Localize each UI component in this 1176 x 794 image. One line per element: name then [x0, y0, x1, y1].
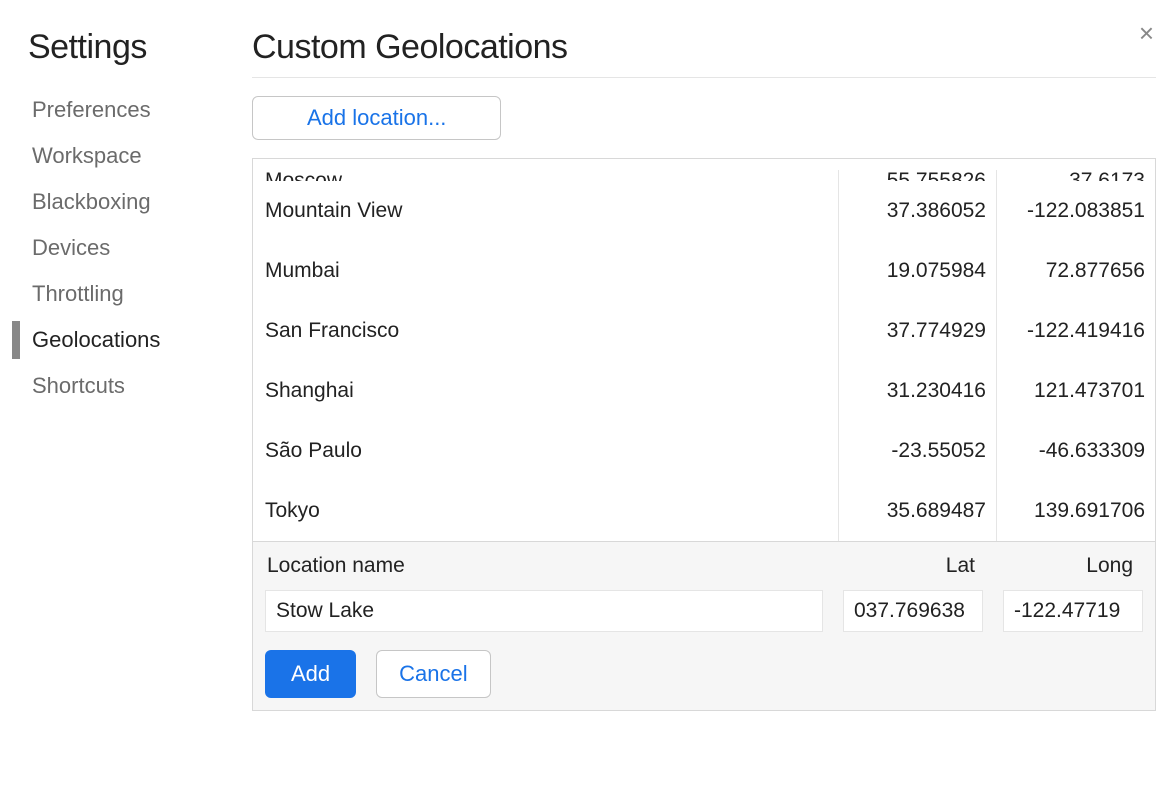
sidebar-item-geolocations[interactable]: Geolocations — [28, 317, 230, 363]
location-long-cell: -122.419416 — [997, 301, 1155, 361]
location-long-cell: -46.633309 — [997, 421, 1155, 481]
table-row[interactable]: Moscow 55.755826 37.6173 — [253, 159, 1155, 181]
location-long-cell: 72.877656 — [997, 241, 1155, 301]
add-button[interactable]: Add — [265, 650, 356, 698]
settings-title: Settings — [28, 28, 230, 67]
sidebar-item-shortcuts[interactable]: Shortcuts — [28, 363, 230, 409]
location-lat-cell: 37.774929 — [839, 301, 997, 361]
column-header-long: Long — [985, 554, 1143, 578]
sidebar-item-preferences[interactable]: Preferences — [28, 87, 230, 133]
table-row[interactable]: San Francisco37.774929-122.419416 — [253, 301, 1155, 361]
location-lat-cell: 55.755826 — [839, 170, 997, 181]
new-location-form: Location name Lat Long Add Cancel — [253, 541, 1155, 710]
sidebar-item-blackboxing[interactable]: Blackboxing — [28, 179, 230, 225]
sidebar-item-devices[interactable]: Devices — [28, 225, 230, 271]
longitude-input[interactable] — [1003, 590, 1143, 632]
add-location-button[interactable]: Add location... — [252, 96, 501, 140]
location-long-cell: 121.473701 — [997, 361, 1155, 421]
location-long-cell: 139.691706 — [997, 481, 1155, 541]
locations-list[interactable]: Moscow 55.755826 37.6173 Mountain View37… — [253, 159, 1155, 541]
column-header-lat: Lat — [827, 554, 985, 578]
page-title: Custom Geolocations — [252, 28, 1156, 67]
location-name-input[interactable] — [265, 590, 823, 632]
location-name-cell: San Francisco — [253, 301, 839, 361]
location-name-cell: Mountain View — [253, 181, 839, 241]
sidebar-item-workspace[interactable]: Workspace — [28, 133, 230, 179]
location-name-cell: São Paulo — [253, 421, 839, 481]
locations-table: Moscow 55.755826 37.6173 Mountain View37… — [252, 158, 1156, 711]
main-panel: Custom Geolocations Add location... Mosc… — [230, 28, 1156, 774]
table-row[interactable]: São Paulo-23.55052-46.633309 — [253, 421, 1155, 481]
table-row[interactable]: Shanghai31.230416121.473701 — [253, 361, 1155, 421]
location-name-cell: Mumbai — [253, 241, 839, 301]
column-header-name: Location name — [265, 554, 827, 578]
location-name-cell: Moscow — [253, 170, 839, 181]
location-lat-cell: 31.230416 — [839, 361, 997, 421]
latitude-input[interactable] — [843, 590, 983, 632]
sidebar-item-throttling[interactable]: Throttling — [28, 271, 230, 317]
divider — [252, 77, 1156, 78]
location-lat-cell: 35.689487 — [839, 481, 997, 541]
table-row[interactable]: Mumbai19.07598472.877656 — [253, 241, 1155, 301]
location-name-cell: Tokyo — [253, 481, 839, 541]
location-lat-cell: 19.075984 — [839, 241, 997, 301]
sidebar: Settings PreferencesWorkspaceBlackboxing… — [20, 28, 230, 774]
table-row[interactable]: Mountain View37.386052-122.083851 — [253, 181, 1155, 241]
cancel-button[interactable]: Cancel — [376, 650, 490, 698]
location-long-cell: 37.6173 — [997, 170, 1155, 181]
location-long-cell: -122.083851 — [997, 181, 1155, 241]
location-name-cell: Shanghai — [253, 361, 839, 421]
location-lat-cell: -23.55052 — [839, 421, 997, 481]
close-button[interactable]: × — [1139, 20, 1154, 46]
table-row[interactable]: Tokyo35.689487139.691706 — [253, 481, 1155, 541]
location-lat-cell: 37.386052 — [839, 181, 997, 241]
